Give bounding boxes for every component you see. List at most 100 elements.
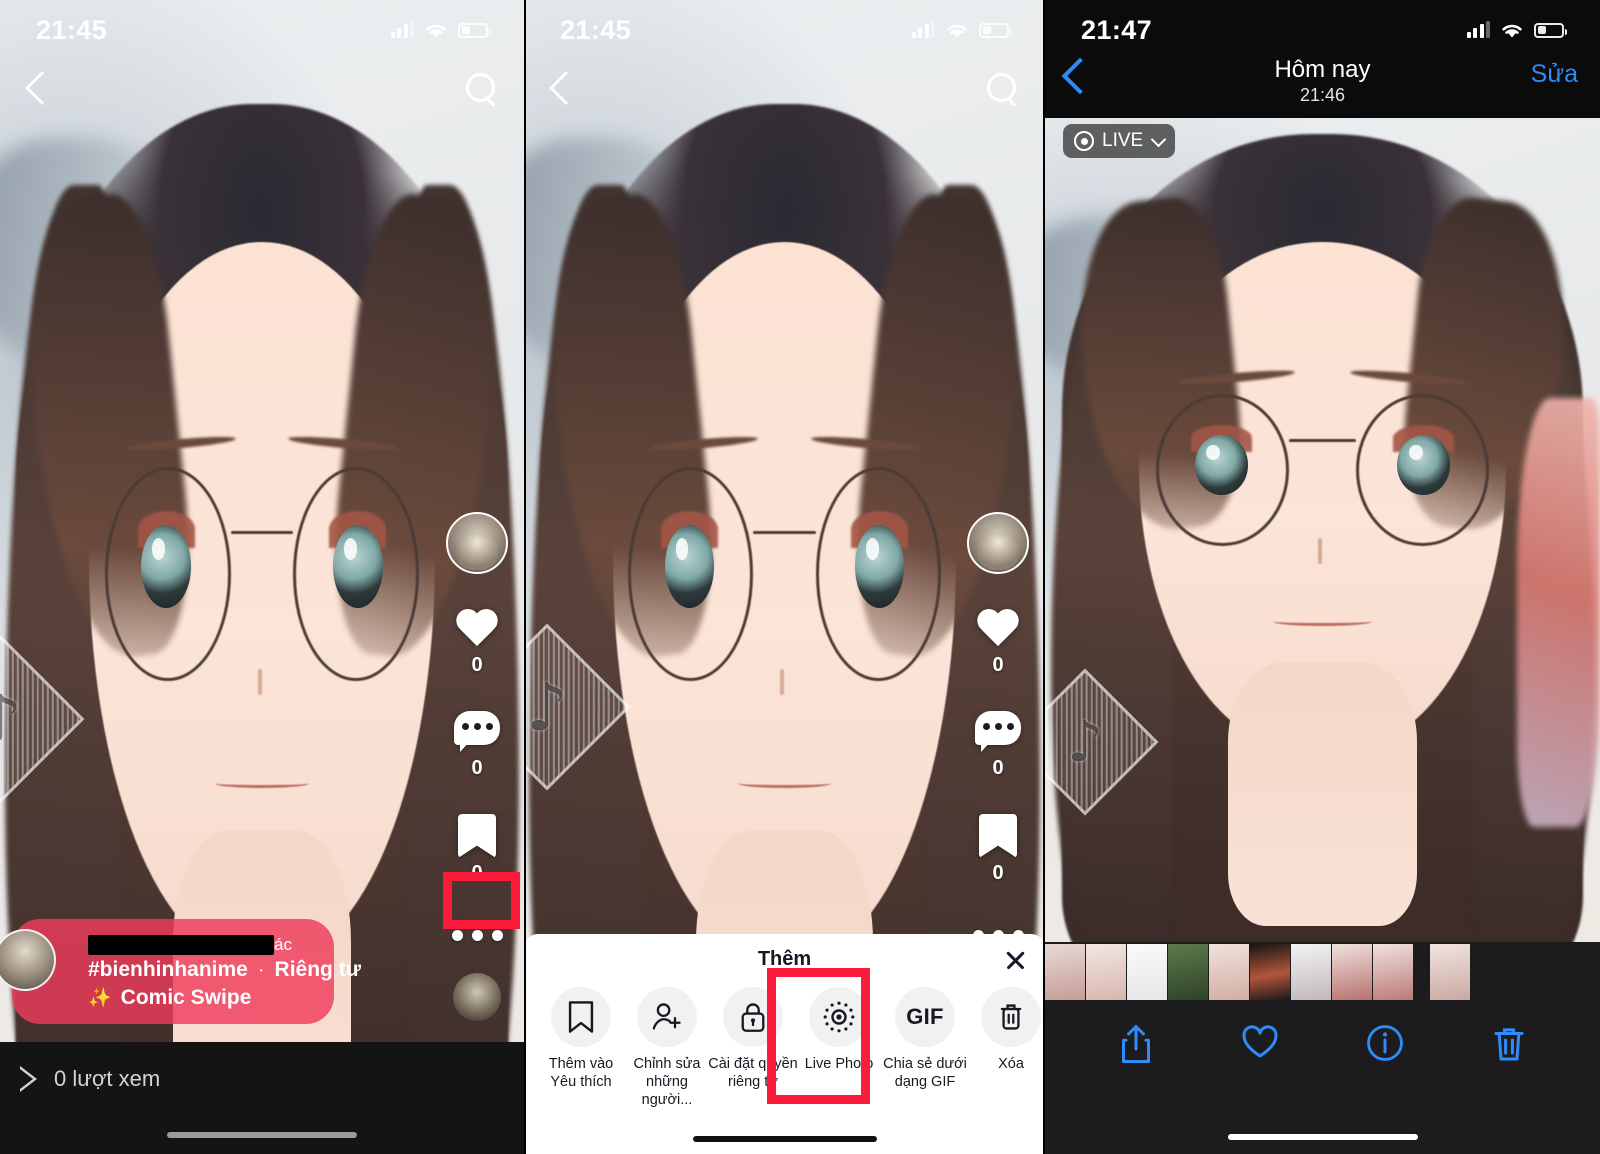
caption-avatar[interactable] (0, 929, 56, 991)
home-indicator[interactable] (167, 1132, 357, 1138)
photo-filmstrip[interactable] (1045, 942, 1600, 1002)
live-photo-icon (823, 1001, 855, 1033)
action-rail: 0 0 0 (438, 512, 516, 1021)
cellular-bars-icon (390, 21, 414, 38)
heart-icon (975, 608, 1021, 650)
panel-photos-app: ♪ 21:47 Hôm nay 21:46 Sửa LIVE (1045, 0, 1600, 1154)
view-count-row: 0 lượt xem (18, 1066, 160, 1092)
panel-tiktok-post: 21:45 ♪ 0 0 0 ác #bienhinhanime · Riêng … (0, 0, 524, 1154)
info-icon (1367, 1025, 1404, 1061)
bookmark-icon (458, 814, 496, 858)
status-time: 21:47 (1081, 14, 1153, 45)
sheet-option-delete[interactable]: Xóa (968, 987, 1045, 1073)
sheet-title: Thêm (757, 948, 812, 970)
comment-button[interactable]: 0 (454, 711, 500, 780)
filmstrip-thumb[interactable] (1332, 944, 1372, 1000)
sheet-option-favorite[interactable]: Thêm vào Yêu thích (538, 987, 624, 1091)
panel-divider (524, 0, 526, 1154)
sheet-option-label: Thêm vào Yêu thích (548, 1056, 614, 1090)
filmstrip-thumb[interactable] (1209, 944, 1249, 1000)
redaction-bar (88, 935, 274, 956)
bookmark-button[interactable]: 0 (979, 814, 1017, 885)
search-icon[interactable] (464, 71, 498, 105)
sheet-option-label: Live Photo (804, 1056, 874, 1072)
more-horizontal-icon (451, 913, 503, 957)
panel-divider (1043, 0, 1045, 1154)
edit-button[interactable]: Sửa (1531, 60, 1578, 89)
comment-button[interactable]: 0 (975, 711, 1021, 780)
wifi-icon (947, 24, 967, 37)
like-count: 0 (992, 654, 1004, 676)
comment-icon (975, 711, 1021, 753)
battery-icon (458, 22, 491, 38)
bookmark-icon (979, 814, 1017, 858)
chevron-down-icon (1150, 131, 1167, 147)
comment-count: 0 (992, 757, 1004, 779)
sheet-option-privacy[interactable]: Cài đặt quyền riêng tư (708, 987, 798, 1091)
close-icon[interactable] (1001, 946, 1029, 974)
home-indicator[interactable] (692, 1136, 877, 1142)
filmstrip-thumb[interactable] (1291, 944, 1331, 1000)
panel-more-sheet: 21:45 ♪ 0 0 0 Thêm Thêm vào Yêu thích Ch… (524, 0, 1045, 1154)
filmstrip-thumb[interactable] (1168, 944, 1208, 1000)
comment-count: 0 (471, 757, 483, 779)
bookmark-count: 0 (471, 862, 483, 884)
heart-icon (454, 608, 500, 650)
bookmark-button[interactable]: 0 (458, 814, 496, 885)
back-button[interactable] (550, 71, 570, 105)
cellular-bars-icon (1466, 21, 1490, 38)
wifi-icon (426, 24, 446, 37)
sound-disc-avatar[interactable] (453, 973, 501, 1021)
share-button[interactable] (1119, 1024, 1153, 1069)
page-subtitle: 21:46 (1299, 85, 1346, 105)
gif-icon: GIF (906, 1004, 944, 1029)
sheet-option-edit-people[interactable]: Chỉnh sửa những người... (624, 987, 710, 1109)
delete-button[interactable] (1492, 1024, 1526, 1069)
caption-hashtag[interactable]: #bienhinhanime (88, 958, 248, 981)
avatar[interactable] (967, 512, 1029, 574)
like-button[interactable]: 0 (975, 608, 1021, 677)
favorite-button[interactable] (1241, 1024, 1279, 1065)
three-panel-screenshot: 21:45 ♪ 0 0 0 ác #bienhinhanime · Riêng … (0, 0, 1600, 1154)
home-indicator[interactable] (1227, 1134, 1418, 1140)
live-badge[interactable]: LIVE (1063, 124, 1176, 158)
like-button[interactable]: 0 (454, 608, 500, 677)
status-bar: 21:45 (0, 0, 524, 60)
status-bar: 21:45 (524, 0, 1045, 60)
heart-icon (1242, 1025, 1278, 1058)
avatar[interactable] (446, 512, 508, 574)
filmstrip-thumb[interactable] (1430, 944, 1470, 1000)
comment-icon (454, 711, 500, 753)
more-button[interactable] (451, 913, 503, 957)
live-photo-artwork (1045, 118, 1600, 942)
filmstrip-thumb[interactable] (1127, 944, 1167, 1000)
more-bottom-sheet: Thêm Thêm vào Yêu thích Chỉnh sửa những … (524, 934, 1045, 1154)
caption-redacted-line: ác (88, 933, 318, 956)
status-bar: 21:47 (1045, 0, 1600, 60)
play-icon (18, 1066, 42, 1092)
info-button[interactable] (1366, 1024, 1404, 1067)
bottom-bar: 0 lượt xem (0, 1042, 524, 1154)
caption-effect[interactable]: ✨ Comic Swipe (88, 986, 318, 1010)
sheet-options-row: Thêm vào Yêu thích Chỉnh sửa những người… (524, 971, 1045, 1109)
live-badge-label: LIVE (1102, 130, 1144, 151)
caption-block: ác #bienhinhanime · Riêng tư ✨ Comic Swi… (0, 919, 361, 1024)
caption-separator: · (257, 958, 265, 981)
filmstrip-thumb[interactable] (1250, 944, 1290, 1000)
status-time: 21:45 (36, 14, 108, 45)
trash-icon (1000, 1004, 1022, 1030)
filmstrip-thumb[interactable] (1045, 944, 1085, 1000)
sparkle-icon: ✨ (88, 988, 112, 1009)
search-icon[interactable] (985, 71, 1019, 105)
sheet-option-live-photo[interactable]: Live Photo (796, 987, 882, 1073)
sheet-option-share-gif[interactable]: GIF Chia sẻ dưới dạng GIF (882, 987, 968, 1091)
sheet-option-label: Chia sẻ dưới dạng GIF (883, 1056, 967, 1090)
photos-header: 21:47 Hôm nay 21:46 Sửa (1045, 0, 1600, 118)
view-count-label: 0 lượt xem (54, 1066, 161, 1091)
caption-pill[interactable]: ác #bienhinhanime · Riêng tư ✨ Comic Swi… (0, 919, 361, 1024)
caption-effect-label: Comic Swipe (120, 986, 252, 1009)
filmstrip-thumb[interactable] (1373, 944, 1413, 1000)
back-button[interactable] (26, 71, 46, 105)
filmstrip-thumb[interactable] (1086, 944, 1126, 1000)
battery-icon (1534, 22, 1567, 38)
